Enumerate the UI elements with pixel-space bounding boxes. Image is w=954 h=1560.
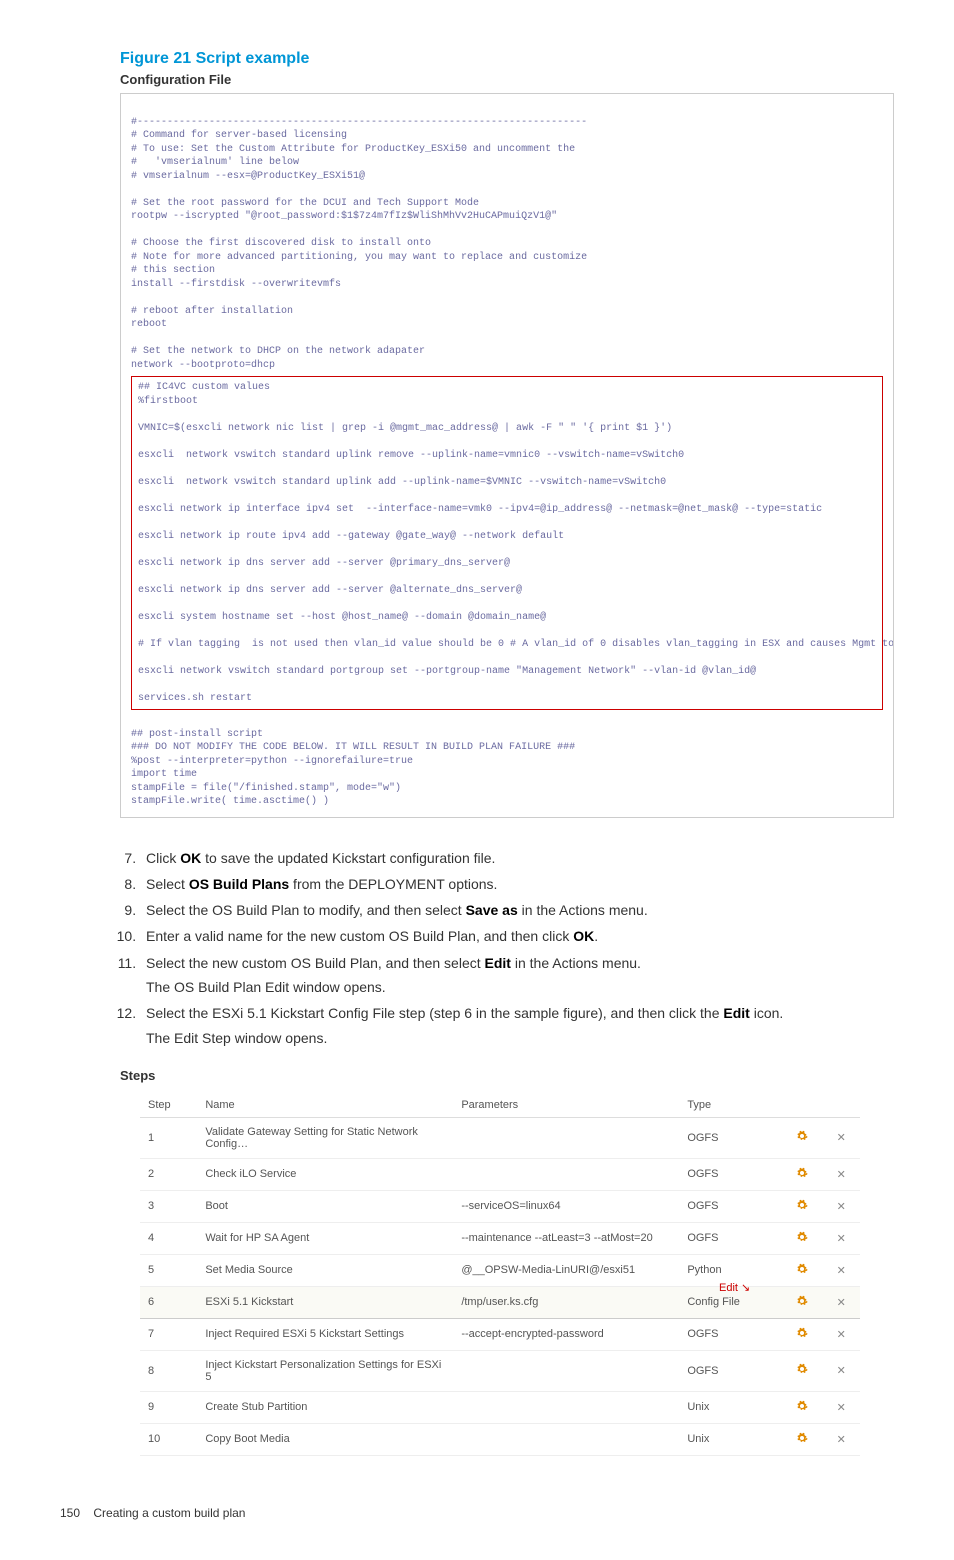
cell-type: Unix	[679, 1391, 781, 1423]
cell-step: 4	[140, 1222, 197, 1254]
cell-step: 8	[140, 1350, 197, 1391]
footer-text: Creating a custom build plan	[93, 1506, 245, 1520]
script-box: #---------------------------------------…	[120, 93, 894, 818]
col-parameters: Parameters	[453, 1093, 679, 1118]
steps-table: Step Name Parameters Type 1Validate Gate…	[140, 1093, 860, 1456]
script-bottom: ## post-install script ### DO NOT MODIFY…	[131, 729, 575, 808]
cell-parameters: /tmp/user.ks.cfg	[453, 1286, 679, 1318]
cell-step: 1	[140, 1117, 197, 1158]
steps-heading: Steps	[120, 1068, 894, 1083]
gear-icon[interactable]	[796, 1403, 808, 1415]
cell-parameters	[453, 1423, 679, 1455]
instruction-item: Select OS Build Plans from the DEPLOYMEN…	[140, 874, 894, 894]
gear-icon[interactable]	[796, 1234, 808, 1246]
gear-icon[interactable]	[796, 1170, 808, 1182]
gear-icon[interactable]	[796, 1266, 808, 1278]
cell-step: 10	[140, 1423, 197, 1455]
cell-name: Create Stub Partition	[197, 1391, 453, 1423]
script-top: #---------------------------------------…	[131, 117, 587, 371]
table-row[interactable]: 10Copy Boot Media Unix ✕	[140, 1423, 860, 1455]
instruction-item: Select the new custom OS Build Plan, and…	[140, 953, 894, 998]
page-number: 150	[60, 1506, 80, 1520]
instruction-item: Select the ESXi 5.1 Kickstart Config Fil…	[140, 1003, 894, 1048]
instruction-item: Select the OS Build Plan to modify, and …	[140, 900, 894, 920]
gear-icon[interactable]	[796, 1366, 808, 1378]
close-icon[interactable]: ✕	[837, 1329, 846, 1341]
gear-icon[interactable]	[796, 1330, 808, 1342]
gear-icon[interactable]	[796, 1202, 808, 1214]
script-highlight-block: ## IC4VC custom values %firstboot VMNIC=…	[131, 376, 883, 710]
table-row[interactable]: 1Validate Gateway Setting for Static Net…	[140, 1117, 860, 1158]
close-icon[interactable]: ✕	[837, 1233, 846, 1245]
cell-parameters	[453, 1350, 679, 1391]
cell-step: 6	[140, 1286, 197, 1318]
cell-type: OGFS	[679, 1158, 781, 1190]
gear-icon[interactable]	[796, 1133, 808, 1145]
cell-step: 2	[140, 1158, 197, 1190]
cell-name: Inject Kickstart Personalization Setting…	[197, 1350, 453, 1391]
cell-type: Config File	[679, 1286, 781, 1318]
cell-name: ESXi 5.1 Kickstart	[197, 1286, 453, 1318]
cell-type: OGFS	[679, 1117, 781, 1158]
cell-name: Check iLO Service	[197, 1158, 453, 1190]
cell-name: Copy Boot Media	[197, 1423, 453, 1455]
cell-type: OGFS	[679, 1190, 781, 1222]
cell-parameters	[453, 1391, 679, 1423]
cell-name: Boot	[197, 1190, 453, 1222]
cell-type: Python	[679, 1254, 781, 1286]
instruction-item: Click OK to save the updated Kickstart c…	[140, 848, 894, 868]
config-file-label: Configuration File	[120, 72, 894, 87]
cell-step: 7	[140, 1318, 197, 1350]
col-type: Type	[679, 1093, 781, 1118]
cell-type: OGFS	[679, 1318, 781, 1350]
cell-type: OGFS	[679, 1222, 781, 1254]
close-icon[interactable]: ✕	[837, 1434, 846, 1446]
figure-title: Figure 21 Script example	[120, 50, 894, 68]
gear-icon[interactable]	[796, 1435, 808, 1447]
table-row[interactable]: 7Inject Required ESXi 5 Kickstart Settin…	[140, 1318, 860, 1350]
cell-parameters	[453, 1117, 679, 1158]
table-row[interactable]: 9Create Stub Partition Unix ✕	[140, 1391, 860, 1423]
close-icon[interactable]: ✕	[837, 1365, 846, 1377]
instruction-list: Click OK to save the updated Kickstart c…	[100, 848, 894, 1048]
cell-parameters: @__OPSW-Media-LinURI@/esxi51	[453, 1254, 679, 1286]
cell-parameters: --accept-encrypted-password	[453, 1318, 679, 1350]
cell-parameters: --maintenance --atLeast=3 --atMost=20	[453, 1222, 679, 1254]
col-name: Name	[197, 1093, 453, 1118]
close-icon[interactable]: ✕	[837, 1297, 846, 1309]
cell-name: Set Media Source	[197, 1254, 453, 1286]
col-step: Step	[140, 1093, 197, 1118]
close-icon[interactable]: ✕	[837, 1169, 846, 1181]
cell-parameters: --serviceOS=linux64	[453, 1190, 679, 1222]
cell-name: Inject Required ESXi 5 Kickstart Setting…	[197, 1318, 453, 1350]
close-icon[interactable]: ✕	[837, 1132, 846, 1144]
table-row[interactable]: 8Inject Kickstart Personalization Settin…	[140, 1350, 860, 1391]
cell-step: 3	[140, 1190, 197, 1222]
cell-type: Unix	[679, 1423, 781, 1455]
table-row[interactable]: 4Wait for HP SA Agent--maintenance --atL…	[140, 1222, 860, 1254]
table-row[interactable]: 3Boot--serviceOS=linux64OGFS ✕	[140, 1190, 860, 1222]
table-row[interactable]: 2Check iLO Service OGFS ✕	[140, 1158, 860, 1190]
cell-name: Wait for HP SA Agent	[197, 1222, 453, 1254]
cell-step: 9	[140, 1391, 197, 1423]
close-icon[interactable]: ✕	[837, 1402, 846, 1414]
instruction-item: Enter a valid name for the new custom OS…	[140, 926, 894, 946]
gear-icon[interactable]	[796, 1298, 808, 1310]
cell-parameters	[453, 1158, 679, 1190]
table-row[interactable]: 6ESXi 5.1 Kickstart/tmp/user.ks.cfgConfi…	[140, 1286, 860, 1318]
cell-name: Validate Gateway Setting for Static Netw…	[197, 1117, 453, 1158]
page-footer: 150 Creating a custom build plan	[60, 1506, 894, 1520]
cell-type: OGFS	[679, 1350, 781, 1391]
close-icon[interactable]: ✕	[837, 1201, 846, 1213]
cell-step: 5	[140, 1254, 197, 1286]
table-row[interactable]: 5Set Media Source@__OPSW-Media-LinURI@/e…	[140, 1254, 860, 1286]
